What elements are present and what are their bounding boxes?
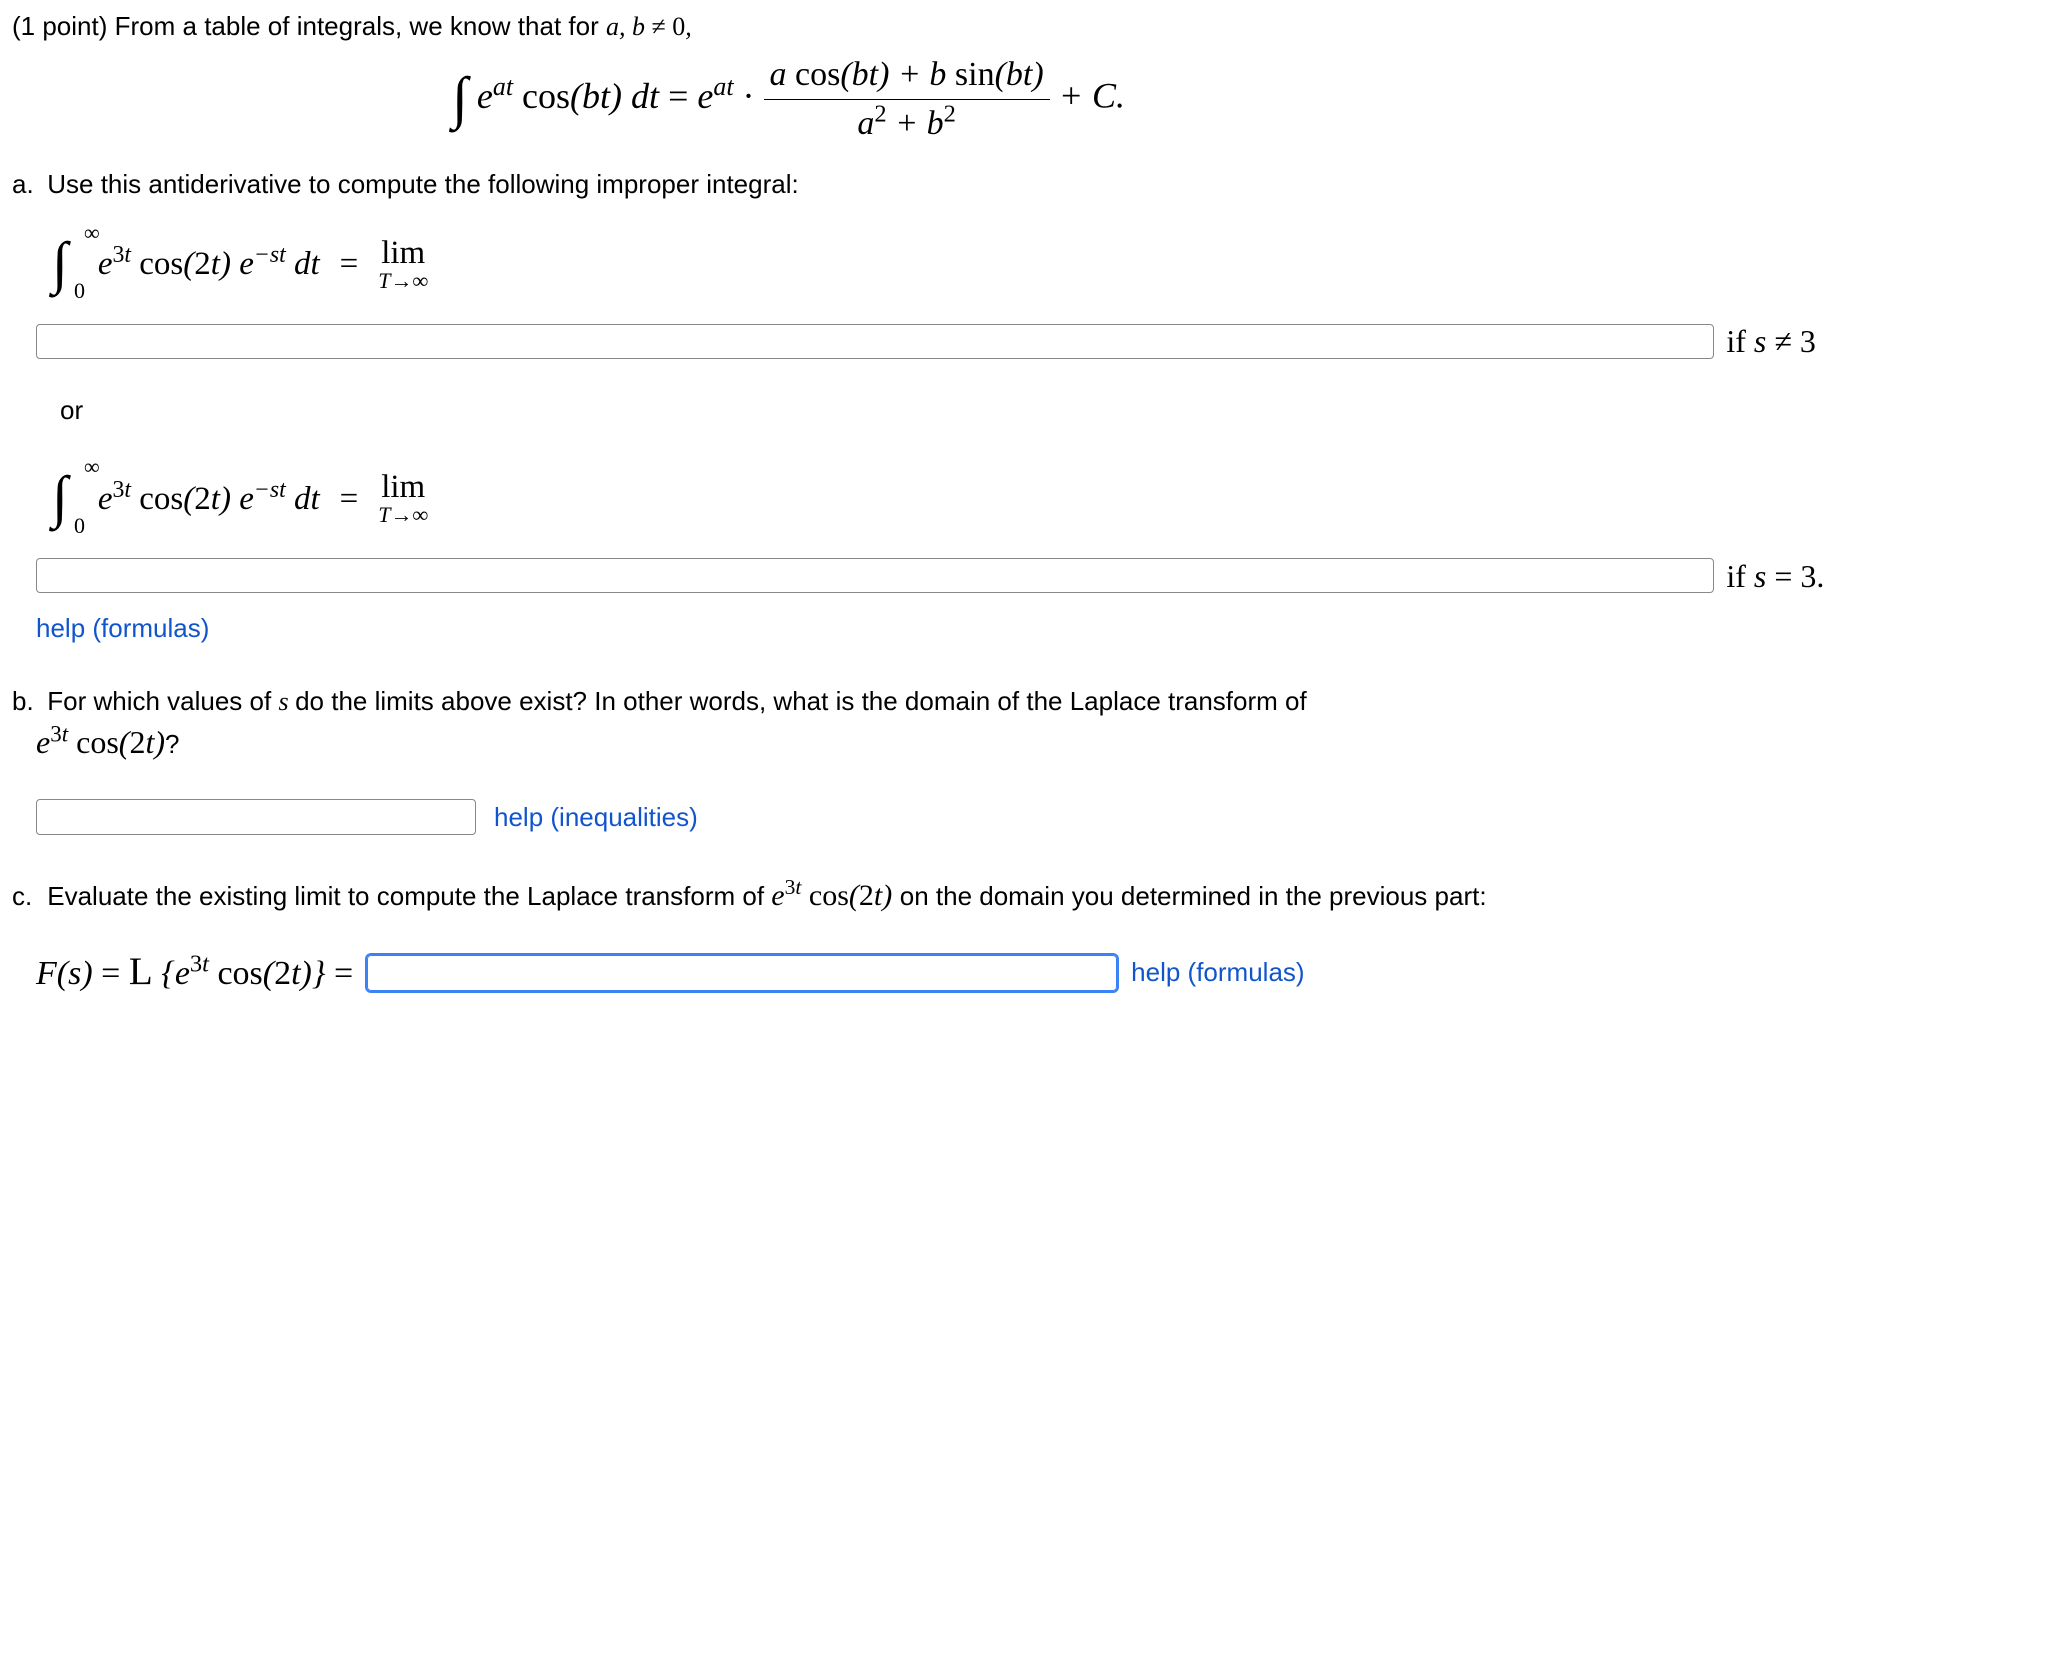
part-b-label: b. (12, 683, 40, 719)
part-a: a. Use this antiderivative to compute th… (12, 166, 2034, 202)
part-b: b. For which values of s do the limits a… (12, 683, 2034, 765)
part-c-text2: on the domain you determined in the prev… (900, 881, 1487, 911)
answer-row-2: if s = 3. (36, 554, 2034, 599)
part-c-text1: Evaluate the existing limit to compute t… (47, 881, 764, 911)
part-c: c. Evaluate the existing limit to comput… (12, 875, 2034, 917)
answer-input-b[interactable] (36, 799, 476, 835)
help-inequalities-link[interactable]: help (inequalities) (494, 799, 698, 835)
points-label: (1 point) (12, 11, 107, 41)
part-c-label: c. (12, 878, 40, 914)
part-c-func: e3t cos(2t) (771, 879, 899, 912)
answer-input-a2[interactable] (36, 558, 1714, 593)
part-b-func: e3t cos(2t) (36, 724, 165, 760)
part-b-text1: For which values of (47, 686, 271, 716)
limit-1: lim T→∞ (378, 237, 428, 292)
help-formulas-link-c[interactable]: help (formulas) (1131, 954, 1304, 990)
problem-preamble: (1 point) From a table of integrals, we … (12, 8, 2034, 45)
preamble-condition: a, b ≠ 0, (606, 12, 692, 41)
answer-input-a1[interactable] (36, 324, 1714, 359)
part-a-integral-2: ∫ ∞ 0 e3t cos(2t) e−st dt = lim T→∞ (52, 458, 428, 539)
given-integral-formula: ∫ eat cos(bt) dt = eat · a cos(bt) + b s… (12, 51, 2034, 147)
answer-row-1: if s ≠ 3 (36, 319, 2034, 364)
preamble-text: From a table of integrals, we know that … (115, 11, 599, 41)
or-label: or (60, 392, 2034, 428)
limit-2: lim T→∞ (378, 471, 428, 526)
part-b-qmark: ? (165, 729, 179, 759)
part-b-text2: do the limits above exist? In other word… (295, 686, 1307, 716)
part-a-text: Use this antiderivative to compute the f… (47, 169, 799, 199)
part-c-lhs: F(s) = L {e3t cos(2t)} = (36, 945, 353, 1000)
answer-input-c[interactable] (367, 955, 1117, 991)
condition-s-ne-3: if s ≠ 3 (1726, 319, 1816, 364)
condition-s-eq-3: if s = 3. (1726, 554, 1824, 599)
part-a-label: a. (12, 166, 40, 202)
help-formulas-link-a[interactable]: help (formulas) (36, 613, 209, 643)
part-a-integral-1: ∫ ∞ 0 e3t cos(2t) e−st dt = lim T→∞ (52, 224, 428, 305)
part-b-var: s (278, 687, 295, 716)
